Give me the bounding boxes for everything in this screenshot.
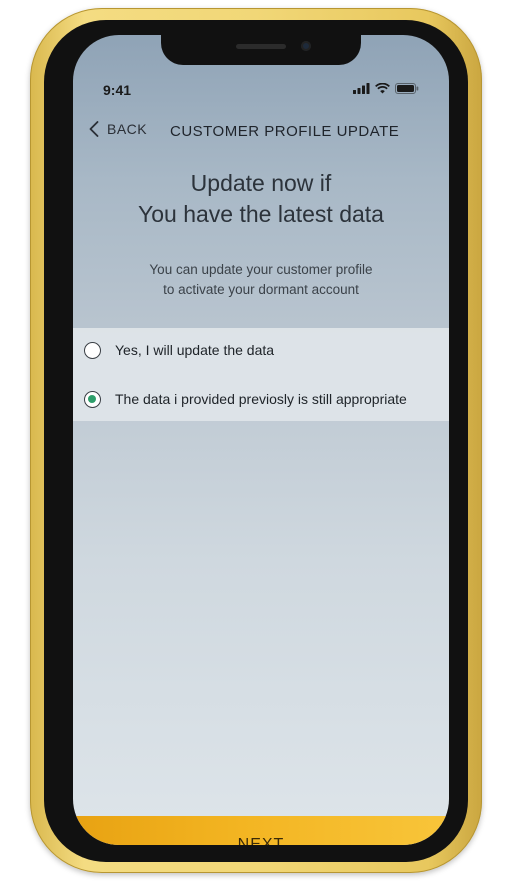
radio-button-update[interactable] [84, 341, 101, 359]
radio-button-keep[interactable] [84, 390, 101, 408]
front-camera-icon [301, 41, 311, 51]
battery-icon [395, 83, 419, 94]
signal-icon [353, 83, 370, 94]
description-line-1: You can update your customer profile [149, 262, 373, 277]
radio-group: Yes, I will update the data The data i p… [73, 328, 449, 421]
nav-header: BACK CUSTOMER PROFILE UPDATE [73, 121, 449, 145]
description: You can update your customer profile to … [73, 260, 449, 300]
next-button-label: NEXT [237, 836, 285, 845]
speaker-grille [236, 44, 286, 49]
device-mockup: 9:41 BACK CUSTOMER PROFILE UPDATE Update… [0, 0, 518, 881]
chevron-left-icon [89, 121, 99, 137]
back-button[interactable]: BACK [89, 121, 147, 137]
status-icons [353, 83, 419, 94]
radio-option-keep[interactable]: The data i provided previosly is still a… [73, 377, 449, 421]
next-button[interactable]: NEXT [73, 816, 449, 845]
radio-option-update[interactable]: Yes, I will update the data [73, 328, 449, 372]
description-line-2: to activate your dormant account [163, 282, 359, 297]
wifi-icon [375, 83, 390, 94]
page-title: CUSTOMER PROFILE UPDATE [170, 123, 400, 140]
radio-label-keep: The data i provided previosly is still a… [115, 391, 407, 407]
radio-label-update: Yes, I will update the data [115, 342, 275, 358]
headline: Update now if You have the latest data [73, 168, 449, 230]
status-bar: 9:41 [73, 80, 449, 100]
headline-line-2: You have the latest data [138, 201, 384, 227]
notch [161, 35, 361, 65]
back-label: BACK [107, 121, 148, 137]
status-time: 9:41 [103, 82, 132, 98]
headline-line-1: Update now if [190, 170, 332, 196]
app-screen: 9:41 BACK CUSTOMER PROFILE UPDATE Update… [73, 35, 449, 845]
